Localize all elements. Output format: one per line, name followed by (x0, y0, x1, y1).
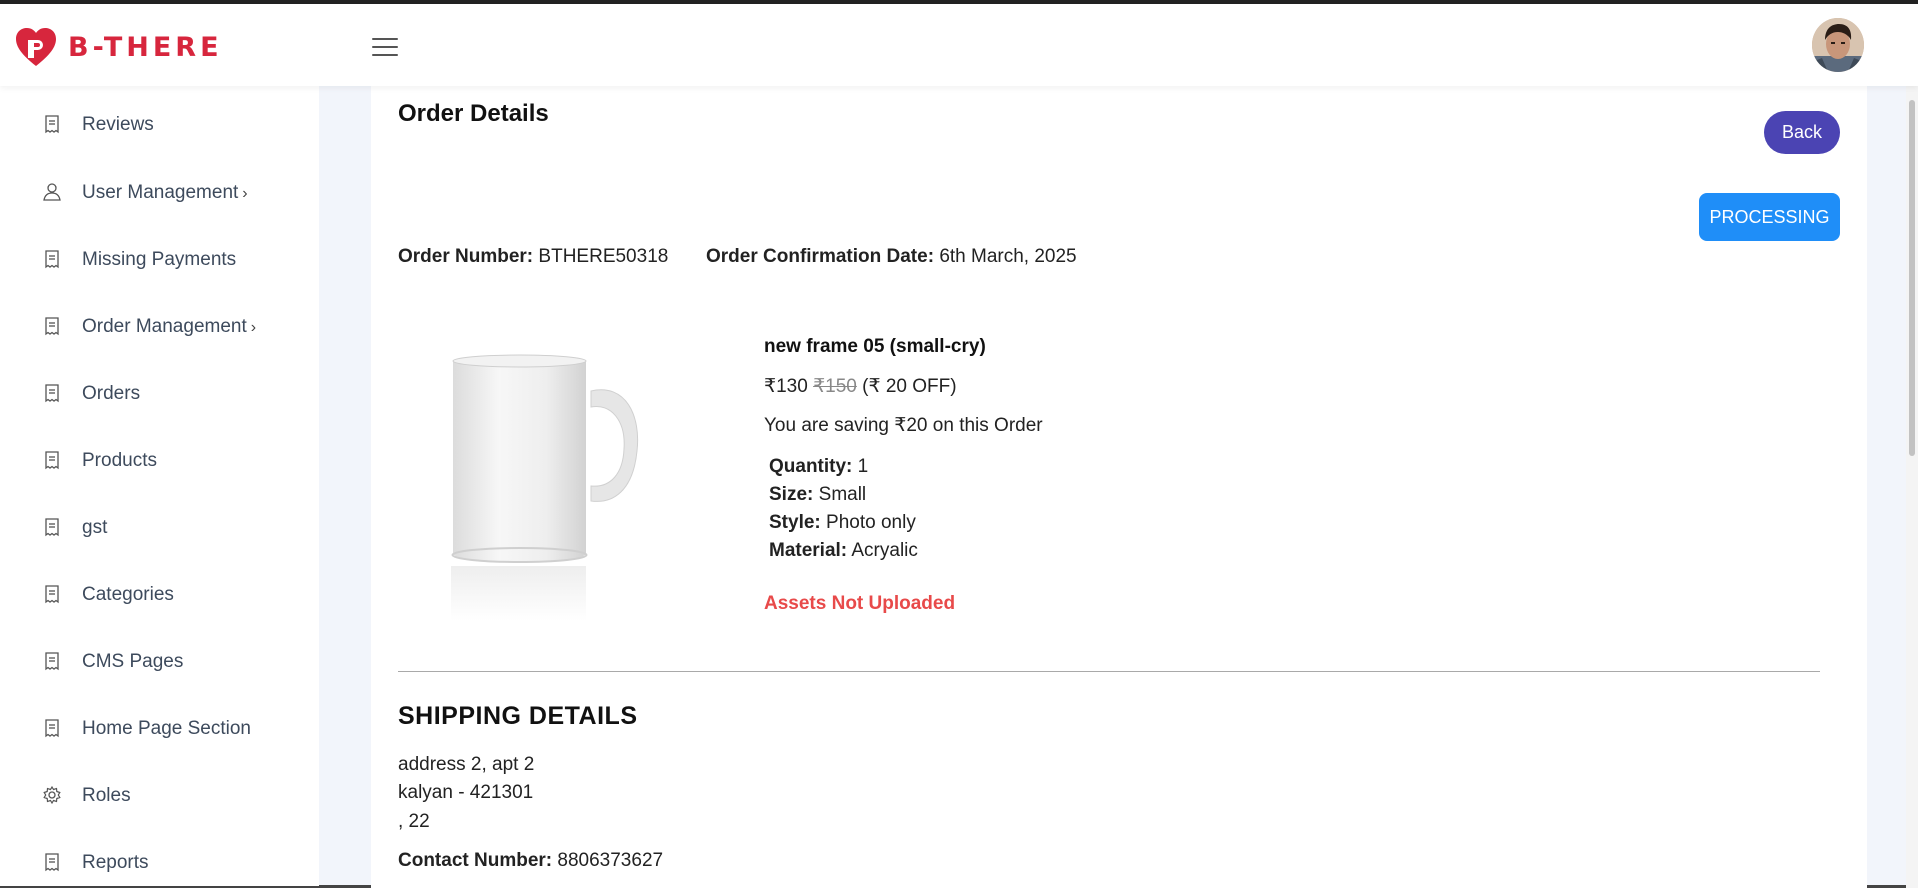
brand-name: B-THERE (68, 31, 223, 63)
sidebar-item-label: Categories (82, 584, 174, 605)
confirmation-date-value: 6th March, 2025 (939, 246, 1077, 267)
logo-heart-icon (16, 28, 56, 66)
address-line: address 2, apt 2 (398, 754, 535, 775)
sidebar-item-label: User Management (82, 182, 239, 203)
confirmation-date-label: Order Confirmation Date: (706, 246, 935, 267)
receipt-icon (45, 652, 59, 671)
order-number: Order Number: BTHERE50318 (398, 246, 668, 268)
back-button[interactable]: Back (1764, 111, 1840, 154)
sidebar-item-home-page-section[interactable]: Home Page Section (0, 706, 319, 752)
shipping-details-title: SHIPPING DETAILS (398, 702, 638, 730)
attribute-label: Quantity: (769, 456, 853, 477)
sidebar-item-label-wrap: User Management › (82, 182, 248, 204)
page-title: Order Details (398, 100, 549, 127)
sidebar-item-label: Products (82, 450, 157, 471)
sidebar-item-order-management[interactable]: Order Management › (0, 304, 319, 350)
sidebar-item-cms-pages[interactable]: CMS Pages (0, 639, 319, 685)
user-avatar[interactable] (1812, 18, 1864, 72)
sidebar-item-label: Reports (82, 852, 149, 873)
address-line: kalyan - 421301 (398, 782, 534, 803)
attribute-value: Acryalic (851, 540, 918, 561)
product-name: new frame 05 (small-cry) (764, 336, 986, 357)
chevron-right-icon: › (250, 319, 257, 336)
attribute-style: Style: Photo only (769, 512, 916, 534)
sidebar-item-reports[interactable]: Reports (0, 840, 319, 886)
sidebar-item-roles[interactable]: Roles (0, 773, 319, 819)
sidebar-item-reviews[interactable]: Reviews (0, 102, 319, 148)
attribute-value: Photo only (826, 512, 916, 533)
attribute-quantity: Quantity: 1 (769, 456, 868, 478)
attribute-label: Size: (769, 484, 814, 505)
menu-toggle-icon[interactable] (372, 38, 398, 58)
receipt-icon (45, 853, 59, 872)
sidebar-item-label: gst (82, 517, 108, 538)
order-details-card: Order Details Back PROCESSING Order Numb… (371, 86, 1867, 888)
sidebar-item-products[interactable]: Products (0, 438, 319, 484)
order-number-label: Order Number: (398, 246, 534, 267)
user-icon (43, 183, 61, 201)
attribute-value: 1 (857, 456, 869, 477)
receipt-icon (45, 115, 59, 134)
sidebar-item-missing-payments[interactable]: Missing Payments (0, 237, 319, 283)
sidebar-item-label: Home Page Section (82, 718, 251, 739)
current-price: ₹130 (764, 376, 808, 397)
product-image (451, 354, 639, 621)
discount-text: (₹ 20 OFF) (862, 376, 957, 397)
sidebar-item-categories[interactable]: Categories (0, 572, 319, 618)
original-price: ₹150 (813, 376, 857, 397)
sidebar-item-label: Reviews (82, 114, 154, 135)
sidebar-item-label: CMS Pages (82, 651, 184, 672)
receipt-icon (45, 585, 59, 604)
attribute-material: Material: Acryalic (769, 540, 918, 562)
top-header: B-THERE (0, 4, 1918, 86)
section-divider (398, 671, 1820, 672)
order-status-button[interactable]: PROCESSING (1699, 193, 1840, 241)
sidebar-item-label: Roles (82, 785, 131, 806)
address-line: , 22 (398, 811, 430, 832)
brand-logo[interactable]: B-THERE (14, 26, 223, 68)
attribute-size: Size: Small (769, 484, 866, 506)
sidebar-item-gst[interactable]: gst (0, 505, 319, 551)
receipt-icon (45, 518, 59, 537)
sidebar-item-label-wrap: Order Management › (82, 316, 256, 338)
gear-icon (43, 785, 61, 805)
sidebar: Reviews User Management › Missing Payment… (0, 86, 319, 886)
sidebar-item-label: Missing Payments (82, 249, 237, 270)
attribute-value: Small (818, 484, 867, 505)
attribute-label: Style: (769, 512, 821, 533)
contact-number-value: 8806373627 (557, 850, 664, 871)
receipt-icon (45, 719, 59, 738)
contact-number-label: Contact Number: (398, 850, 553, 871)
product-price: ₹130 ₹150 (₹ 20 OFF) (764, 375, 957, 398)
sidebar-item-orders[interactable]: Orders (0, 371, 319, 417)
order-confirmation-date: Order Confirmation Date: 6th March, 2025 (706, 246, 1077, 268)
scrollbar-thumb[interactable] (1909, 100, 1915, 456)
saving-text: You are saving ₹20 on this Order (764, 415, 1043, 436)
sidebar-item-label: Order Management (82, 316, 247, 337)
page-scrollbar[interactable] (1906, 86, 1918, 888)
receipt-icon (45, 451, 59, 470)
sidebar-item-label: Orders (82, 383, 141, 404)
order-number-value: BTHERE50318 (538, 246, 669, 267)
receipt-icon (45, 250, 59, 269)
sidebar-item-user-management[interactable]: User Management › (0, 170, 319, 216)
chevron-right-icon: › (242, 185, 248, 202)
contact-number: Contact Number: 8806373627 (398, 850, 663, 872)
assets-status: Assets Not Uploaded (764, 593, 956, 614)
attribute-label: Material: (769, 540, 848, 561)
receipt-icon (45, 317, 59, 336)
receipt-icon (45, 384, 59, 403)
